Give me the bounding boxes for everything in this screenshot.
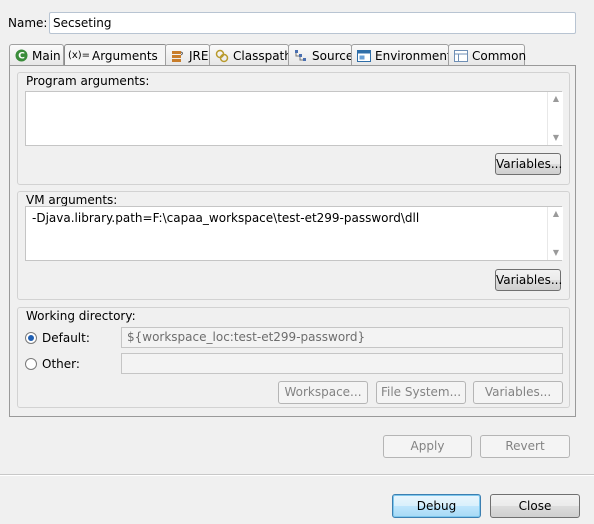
default-radio[interactable] <box>25 332 37 344</box>
arguments-icon: (x)= <box>67 50 91 61</box>
common-icon <box>454 49 468 63</box>
close-button[interactable]: Close <box>490 494 580 518</box>
scroll-up-icon[interactable]: ▲ <box>548 207 564 221</box>
name-label: Name: <box>8 16 48 30</box>
working-variables-button[interactable]: Variables... <box>473 381 563 404</box>
default-radio-row[interactable]: Default: <box>25 331 90 345</box>
arguments-tab-panel: Program arguments: ▲ ▼ Variables... VM a… <box>9 65 576 417</box>
classpath-icon <box>215 49 229 63</box>
tab-arguments[interactable]: (x)= Arguments <box>64 44 167 66</box>
program-arguments-group: Program arguments: ▲ ▼ Variables... <box>17 72 570 185</box>
tab-classpath-label: Classpath <box>233 48 292 63</box>
default-directory-field: ${workspace_loc:test-et299-password} <box>121 327 563 348</box>
workspace-button[interactable]: Workspace... <box>278 381 368 404</box>
program-arguments-textarea[interactable] <box>25 91 562 146</box>
tab-jre-label: JRE <box>189 48 209 63</box>
other-radio-label: Other: <box>42 357 80 371</box>
scroll-up-icon[interactable]: ▲ <box>548 92 564 106</box>
apply-button[interactable]: Apply <box>383 435 472 458</box>
file-system-button[interactable]: File System... <box>376 381 466 404</box>
scroll-down-icon[interactable]: ▼ <box>548 246 564 260</box>
radio-selected-dot <box>28 335 34 341</box>
debug-button[interactable]: Debug <box>392 494 481 518</box>
program-arguments-scrollbar[interactable]: ▲ ▼ <box>547 92 563 145</box>
program-variables-button[interactable]: Variables... <box>495 153 562 175</box>
environment-icon <box>357 49 371 63</box>
tab-environment[interactable]: Environment <box>351 44 452 66</box>
tab-arguments-label: Arguments <box>92 48 158 63</box>
scroll-down-icon[interactable]: ▼ <box>548 131 564 145</box>
tab-common-label: Common <box>472 48 527 63</box>
working-directory-group: Working directory: Default: ${workspace_… <box>17 307 570 408</box>
other-directory-field[interactable] <box>121 353 563 374</box>
jre-icon <box>171 49 185 63</box>
tab-main-label: Main <box>32 48 61 63</box>
footer-divider-highlight <box>0 475 594 476</box>
tab-common[interactable]: Common <box>448 44 527 66</box>
vm-arguments-group: VM arguments: -Djava.library.path=F:\cap… <box>17 191 570 300</box>
tab-source-label: Source <box>312 48 354 63</box>
vm-arguments-title: VM arguments: <box>24 193 120 207</box>
working-directory-title: Working directory: <box>24 309 138 323</box>
vm-variables-button[interactable]: Variables... <box>495 269 562 291</box>
vm-arguments-textarea[interactable]: -Djava.library.path=F:\capaa_workspace\t… <box>25 206 562 261</box>
tab-jre[interactable]: JRE <box>165 44 210 66</box>
source-icon <box>294 49 308 63</box>
tab-environment-label: Environment <box>375 48 452 63</box>
name-input[interactable]: Secseting <box>49 12 576 34</box>
revert-button[interactable]: Revert <box>480 435 570 458</box>
tab-source[interactable]: Source <box>288 44 354 66</box>
program-arguments-title: Program arguments: <box>24 74 152 88</box>
svg-text:C: C <box>18 52 25 62</box>
tab-strip: C Main (x)= Arguments JRE Classpath Sour… <box>9 44 579 66</box>
tab-main[interactable]: C Main <box>9 44 64 66</box>
tab-classpath[interactable]: Classpath <box>209 44 292 66</box>
main-class-icon: C <box>15 49 28 63</box>
vm-arguments-scrollbar[interactable]: ▲ ▼ <box>547 207 563 260</box>
other-radio[interactable] <box>25 358 37 370</box>
other-radio-row[interactable]: Other: <box>25 357 80 371</box>
default-radio-label: Default: <box>42 331 90 345</box>
